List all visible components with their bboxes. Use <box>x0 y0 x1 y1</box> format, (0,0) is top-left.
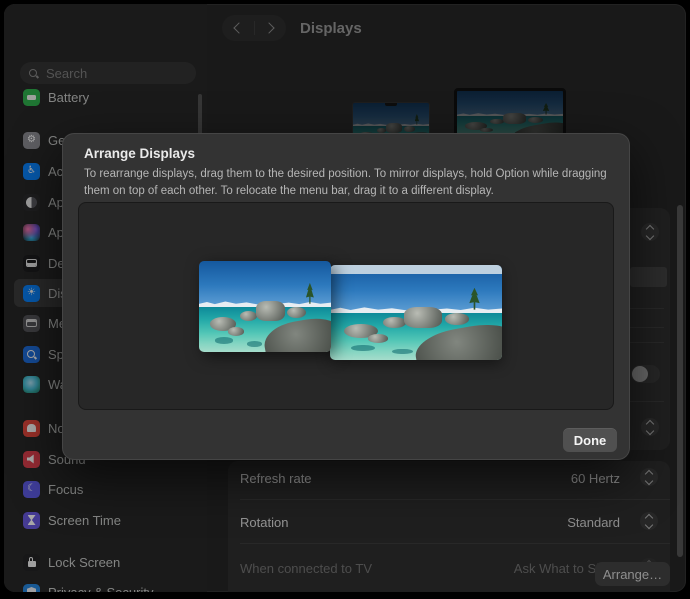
system-settings-window: Battery ⚙ General ♿ Accessibility Appear… <box>4 4 686 592</box>
dialog-title: Arrange Displays <box>84 146 195 161</box>
arrange-displays-dialog: Arrange Displays To rearrange displays, … <box>62 133 630 460</box>
done-button[interactable]: Done <box>563 428 617 452</box>
arrangement-canvas <box>78 202 614 410</box>
draggable-display-left[interactable] <box>199 261 331 352</box>
dialog-description: To rearrange displays, drag them to the … <box>84 166 610 201</box>
menu-bar-strip[interactable] <box>330 265 502 274</box>
draggable-display-right[interactable] <box>330 265 502 360</box>
screen: Battery ⚙ General ♿ Accessibility Appear… <box>0 0 690 599</box>
tahoe-wallpaper <box>199 261 331 352</box>
tahoe-wallpaper <box>330 265 502 360</box>
